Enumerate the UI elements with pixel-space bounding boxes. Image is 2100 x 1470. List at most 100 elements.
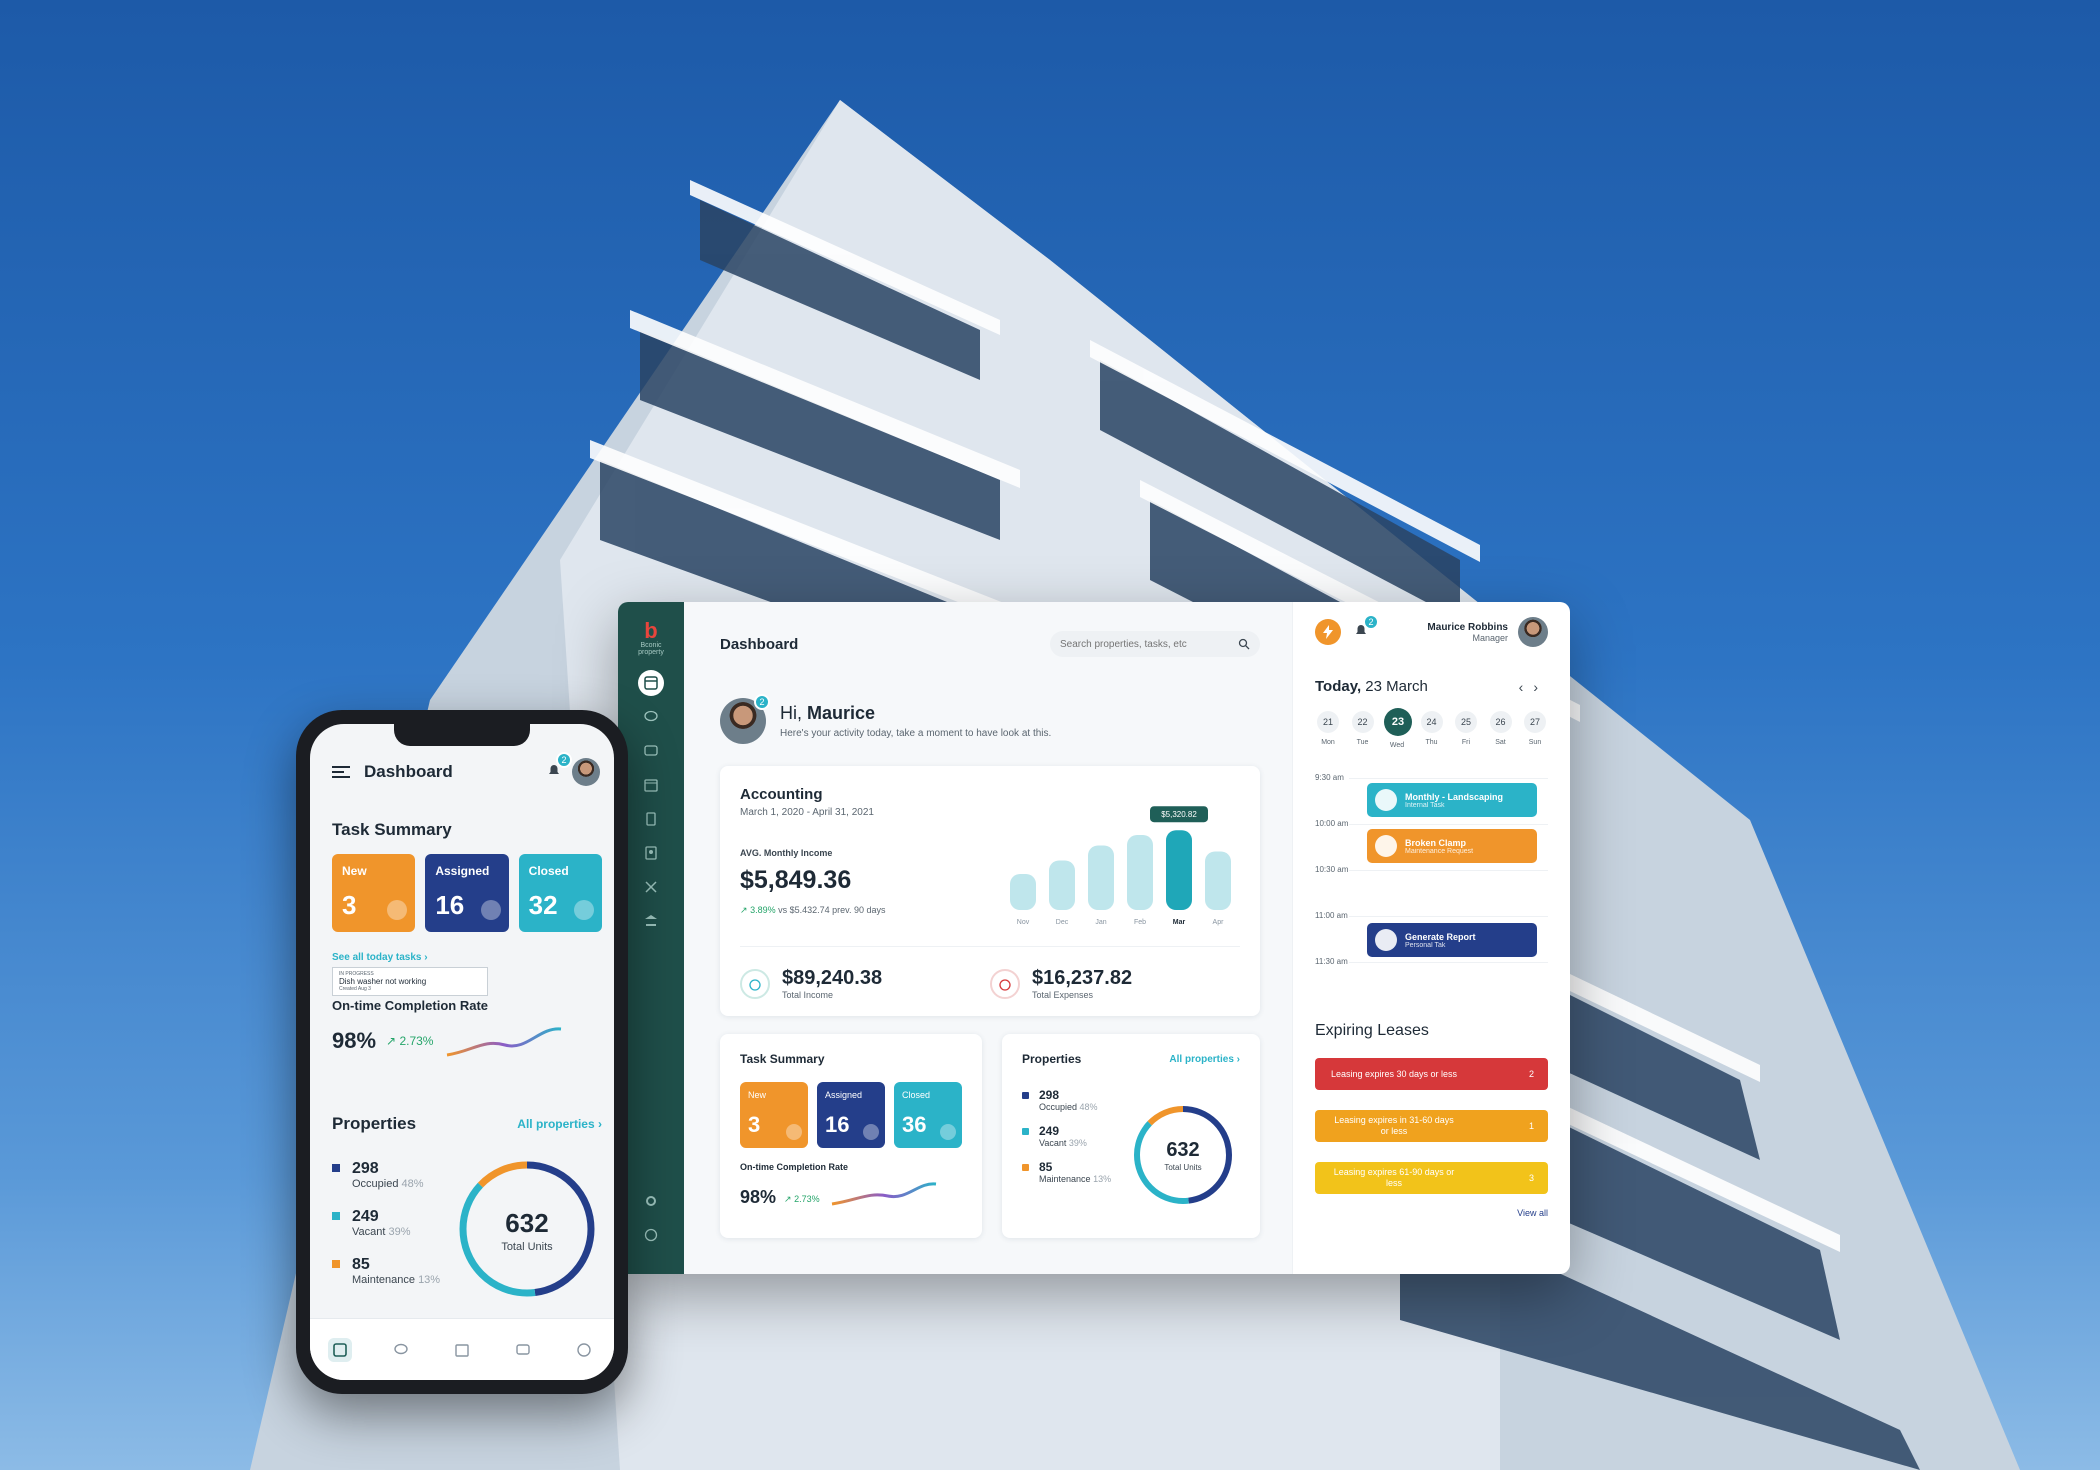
user-name: Maurice Robbins (1427, 621, 1508, 633)
settings-gear-icon[interactable] (638, 1188, 664, 1214)
flag-icon (786, 1124, 802, 1140)
calendar-day[interactable]: 24 Thu (1419, 711, 1445, 749)
lightning-icon[interactable] (1315, 619, 1341, 645)
see-all-tasks-link[interactable]: See all today tasks › (332, 952, 602, 963)
task-summary-title: Task Summary (740, 1052, 825, 1066)
lease-31-60-days[interactable]: Leasing expires in 31-60 days or less 1 (1315, 1110, 1548, 1142)
calendar-day[interactable]: 22 Tue (1350, 711, 1376, 749)
brand-name: Bconic property (638, 642, 664, 656)
user-bar: 2 Maurice Robbins Manager (1315, 602, 1548, 662)
help-icon[interactable] (638, 1222, 664, 1248)
right-panel: 2 Maurice Robbins Manager Today, 23 March… (1292, 602, 1570, 1274)
task-tile-closed[interactable]: Closed 32 (518, 854, 602, 932)
completion-label: On-time Completion Rate (332, 998, 489, 1013)
income-bar[interactable] (1010, 874, 1036, 910)
search-icon[interactable] (1238, 638, 1250, 650)
all-properties-link[interactable]: All properties › (1169, 1054, 1240, 1065)
main-content: Dashboard 2 Hi, Maurice Here's your acti… (684, 602, 1292, 1274)
phone-notch (394, 724, 530, 746)
expense-bag-icon (990, 968, 1020, 999)
check-icon (573, 900, 594, 920)
event-landscaping[interactable]: Monthly - Landscaping Internal Task (1367, 783, 1537, 817)
day-weekday: Thu (1425, 739, 1438, 746)
task-tile-assigned[interactable]: Assigned 16 (425, 854, 509, 932)
completion-value: 98% (332, 1028, 377, 1053)
expiring-leases: Expiring Leases Leasing expires 30 days … (1315, 1022, 1548, 1218)
lease-count: 2 (1528, 1069, 1534, 1079)
day-number: 22 (1351, 711, 1374, 733)
calendar-day[interactable]: 21 Mon (1315, 711, 1341, 749)
contacts-nav-icon[interactable] (638, 840, 664, 866)
event-broken-clamp[interactable]: Broken Clamp Maintenance Request (1367, 829, 1537, 863)
chevron-left-icon[interactable]: ‹ (1519, 679, 1534, 695)
task-tile-closed[interactable]: Closed 36 (894, 1082, 962, 1148)
calendar-day[interactable]: 26 Sat (1488, 711, 1514, 749)
calendar-day[interactable]: 27 Sun (1522, 711, 1548, 749)
legend-pct: 39% (1068, 1138, 1087, 1148)
chat-nav-icon[interactable] (638, 704, 664, 730)
total-expenses-value: $16,237.82 (1032, 967, 1133, 989)
dashboard-nav-icon[interactable] (638, 670, 664, 696)
legend-value: 85 (1039, 1160, 1053, 1174)
task-tile-new[interactable]: New 3 (332, 854, 416, 932)
desktop-dashboard: bBconic property Dashboard 2 Hi, Maurice… (618, 602, 1570, 1274)
time-line (1349, 778, 1548, 779)
search-box (1050, 631, 1260, 657)
income-bar[interactable] (1049, 860, 1075, 911)
brand-logo[interactable]: b Bconic property (634, 618, 668, 656)
chat-tab-icon[interactable] (389, 1338, 413, 1362)
calendar-nav-icon[interactable] (638, 772, 664, 798)
time-label: 10:30 am (1315, 865, 1349, 874)
event-generate-report[interactable]: Generate Report Personal Tak (1367, 923, 1537, 957)
menu-icon[interactable] (332, 766, 350, 778)
avatar[interactable]: 2 (720, 694, 770, 744)
total-income: $89,240.38 Total Income (740, 961, 990, 1006)
all-properties-link[interactable]: All properties › (517, 1117, 602, 1131)
event-title: Broken Clamp (1405, 837, 1467, 848)
trend-up-icon: ↗ (740, 905, 748, 915)
income-bar[interactable] (1166, 830, 1192, 910)
avatar[interactable] (572, 758, 600, 786)
completion-delta-value: 2.73% (794, 1194, 820, 1204)
income-bar[interactable] (1088, 845, 1114, 911)
search-input[interactable] (1060, 638, 1230, 650)
lease-30-days[interactable]: Leasing expires 30 days or less 2 (1315, 1058, 1548, 1090)
chevron-right-icon[interactable]: › (1533, 679, 1548, 695)
time-label: 11:30 am (1315, 957, 1348, 966)
bell-icon[interactable]: 2 (1353, 613, 1379, 643)
messages-tab-icon[interactable] (511, 1338, 535, 1362)
calendar-day[interactable]: 23 Wed (1384, 708, 1412, 749)
calendar-day[interactable]: 25 Fri (1453, 711, 1479, 749)
leases-title: Expiring Leases (1315, 1022, 1429, 1039)
vacant-swatch (332, 1212, 340, 1220)
documents-nav-icon[interactable] (638, 806, 664, 832)
calendar-tab-icon[interactable] (450, 1338, 474, 1362)
income-bar[interactable] (1205, 851, 1231, 911)
maintenance-swatch (332, 1260, 340, 1268)
today-date: 23 March (1365, 678, 1428, 695)
tools-nav-icon[interactable] (638, 874, 664, 900)
bell-icon[interactable]: 2 (546, 751, 572, 783)
legend-label: Occupied (352, 1178, 399, 1190)
all-properties-label: All properties (517, 1117, 595, 1131)
vacant-swatch (1022, 1128, 1029, 1135)
user-menu[interactable]: Maurice Robbins Manager (1427, 617, 1548, 647)
income-bar[interactable] (1127, 835, 1153, 910)
profile-tab-icon[interactable] (572, 1338, 596, 1362)
task-tile-assigned[interactable]: Assigned 16 (817, 1082, 885, 1148)
topbar: Dashboard (720, 602, 1260, 686)
income-bar-chart: Nov Dec Jan Feb Mar $5,320.82 Apr (1010, 806, 1231, 926)
phone-mockup: Dashboard 2 Task Summary New 3 Assigned 16… (296, 710, 628, 1394)
dashboard-tab-icon[interactable] (328, 1337, 353, 1362)
messages-nav-icon[interactable] (638, 738, 664, 764)
task-tile-new[interactable]: New 3 (740, 1082, 808, 1148)
bank-nav-icon[interactable] (638, 908, 664, 934)
day-number: 21 (1317, 711, 1339, 733)
donut-total-label: Total Units (501, 1241, 553, 1253)
legend-pct: 13% (1093, 1174, 1112, 1184)
day-weekday: Fri (1461, 739, 1471, 746)
completion-row: 98% ↗ 2.73% (332, 1021, 602, 1061)
completion-delta-value: 2.73% (399, 1034, 434, 1048)
lease-61-90-days[interactable]: Leasing expires 61-90 days or less 3 (1315, 1162, 1548, 1194)
view-all-link[interactable]: View all (1315, 1208, 1548, 1218)
